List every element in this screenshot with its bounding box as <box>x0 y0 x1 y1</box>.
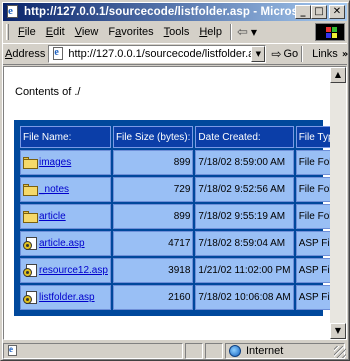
maximize-button[interactable]: □ <box>311 5 327 19</box>
windows-logo-icon <box>315 23 345 41</box>
file-link[interactable]: article.asp <box>39 238 85 249</box>
menu-bar: File Edit View Favorites Tools Help ⇦ ▼ <box>3 22 347 42</box>
page-viewport: Contents of ./ File Name: File Size (byt… <box>3 66 347 340</box>
table-row: article 899 7/18/02 9:55:19 AM File Fold… <box>20 204 346 229</box>
security-zone-pane: Internet <box>225 342 345 359</box>
links-label: Links <box>312 48 338 60</box>
folder-icon <box>23 156 38 169</box>
header-date-created: Date Created: <box>195 126 294 148</box>
menu-tools[interactable]: Tools <box>159 26 195 38</box>
menu-view[interactable]: View <box>70 26 104 38</box>
size-cell: 899 <box>112 150 194 175</box>
dropdown-arrow-icon[interactable]: ▼ <box>251 28 257 37</box>
table-row: article.asp 4717 7/18/02 8:59:04 AM ASP … <box>20 231 346 256</box>
size-cell: 899 <box>112 204 194 229</box>
date-cell: 7/18/02 9:52:56 AM <box>195 177 294 202</box>
status-pane <box>205 342 223 359</box>
scroll-up-button[interactable]: ▲ <box>330 67 346 83</box>
zone-label: Internet <box>246 344 284 357</box>
asp-file-icon <box>23 290 38 305</box>
page-done-icon: e <box>6 344 18 357</box>
back-arrow-icon: ⇦ <box>236 24 248 40</box>
menu-favorites[interactable]: Favorites <box>103 26 158 38</box>
size-cell: 2160 <box>112 285 194 310</box>
globe-icon <box>229 344 241 357</box>
toolbar-separator <box>229 24 232 40</box>
browser-window: e http://127.0.0.1/sourcecode/listfolder… <box>0 0 350 361</box>
date-cell: 1/21/02 11:02:00 PM <box>195 258 294 283</box>
size-cell: 4717 <box>112 231 194 256</box>
file-link[interactable]: resource12.asp <box>39 265 108 276</box>
go-button[interactable]: ⇨ Go <box>271 47 298 61</box>
table-header-row: File Name: File Size (bytes): Date Creat… <box>20 126 346 148</box>
address-field[interactable]: e http://127.0.0.1/sourcecode/listfolder… <box>48 45 267 63</box>
page-content: Contents of ./ File Name: File Size (byt… <box>4 67 346 339</box>
table-row: images 899 7/18/02 8:59:00 AM File Folde… <box>20 150 346 175</box>
back-button[interactable]: ⇦ ▼ <box>237 25 257 40</box>
address-dropdown-button[interactable]: ▼ <box>251 46 266 62</box>
toolbar-grip[interactable] <box>6 24 9 40</box>
date-cell: 7/18/02 8:59:04 AM <box>195 231 294 256</box>
menu-file[interactable]: File <box>13 26 41 38</box>
status-bar: e Internet <box>3 342 347 359</box>
folder-icon <box>23 183 38 196</box>
window-title: http://127.0.0.1/sourcecode/listfolder.a… <box>24 6 295 18</box>
toolbar-separator <box>301 46 304 62</box>
header-file-name: File Name: <box>20 126 111 148</box>
ie-page-icon: e <box>51 47 65 61</box>
file-link[interactable]: images <box>39 157 71 168</box>
table-row: _notes 729 7/18/02 9:52:56 AM File Folde… <box>20 177 346 202</box>
file-link[interactable]: listfolder.asp <box>39 292 95 303</box>
name-cell: article <box>20 204 111 229</box>
address-url[interactable]: http://127.0.0.1/sourcecode/listfolder.a… <box>68 48 251 60</box>
ie-page-icon[interactable]: e <box>5 4 21 20</box>
status-pane <box>185 342 203 359</box>
asp-file-icon <box>23 263 38 278</box>
name-cell: resource12.asp <box>20 258 111 283</box>
title-bar[interactable]: e http://127.0.0.1/sourcecode/listfolder… <box>3 3 347 21</box>
go-arrow-icon: ⇨ <box>271 47 282 61</box>
chevron-right-icon: » <box>341 48 349 60</box>
file-table: File Name: File Size (bytes): Date Creat… <box>18 124 346 312</box>
table-row: listfolder.asp 2160 7/18/02 10:06:08 AM … <box>20 285 346 310</box>
name-cell: _notes <box>20 177 111 202</box>
file-link[interactable]: article <box>39 211 66 222</box>
name-cell: listfolder.asp <box>20 285 111 310</box>
menu-edit[interactable]: Edit <box>41 26 70 38</box>
minimize-button[interactable]: _ <box>295 5 311 19</box>
file-link[interactable]: _notes <box>39 184 69 195</box>
asp-file-icon <box>23 236 38 251</box>
table-row: resource12.asp 3918 1/21/02 11:02:00 PM … <box>20 258 346 283</box>
page-heading: Contents of ./ <box>15 86 81 98</box>
folder-icon <box>23 210 38 223</box>
status-main-pane: e <box>3 342 183 359</box>
address-label: Address <box>5 48 46 60</box>
date-cell: 7/18/02 8:59:00 AM <box>195 150 294 175</box>
scroll-down-button[interactable]: ▼ <box>330 323 346 339</box>
go-label: Go <box>283 48 299 60</box>
close-button[interactable]: ✕ <box>329 5 345 19</box>
date-cell: 7/18/02 9:55:19 AM <box>195 204 294 229</box>
address-bar: Address e http://127.0.0.1/sourcecode/li… <box>3 43 348 65</box>
file-table-container: File Name: File Size (bytes): Date Creat… <box>14 120 346 316</box>
links-button[interactable]: Links » <box>312 48 348 60</box>
name-cell: images <box>20 150 111 175</box>
size-cell: 3918 <box>112 258 194 283</box>
menu-help[interactable]: Help <box>194 26 227 38</box>
size-cell: 729 <box>112 177 194 202</box>
header-file-size: File Size (bytes): <box>112 126 194 148</box>
resize-grip[interactable] <box>334 346 346 358</box>
vertical-scrollbar[interactable]: ▲ ▼ <box>330 67 346 339</box>
name-cell: article.asp <box>20 231 111 256</box>
date-cell: 7/18/02 10:06:08 AM <box>195 285 294 310</box>
